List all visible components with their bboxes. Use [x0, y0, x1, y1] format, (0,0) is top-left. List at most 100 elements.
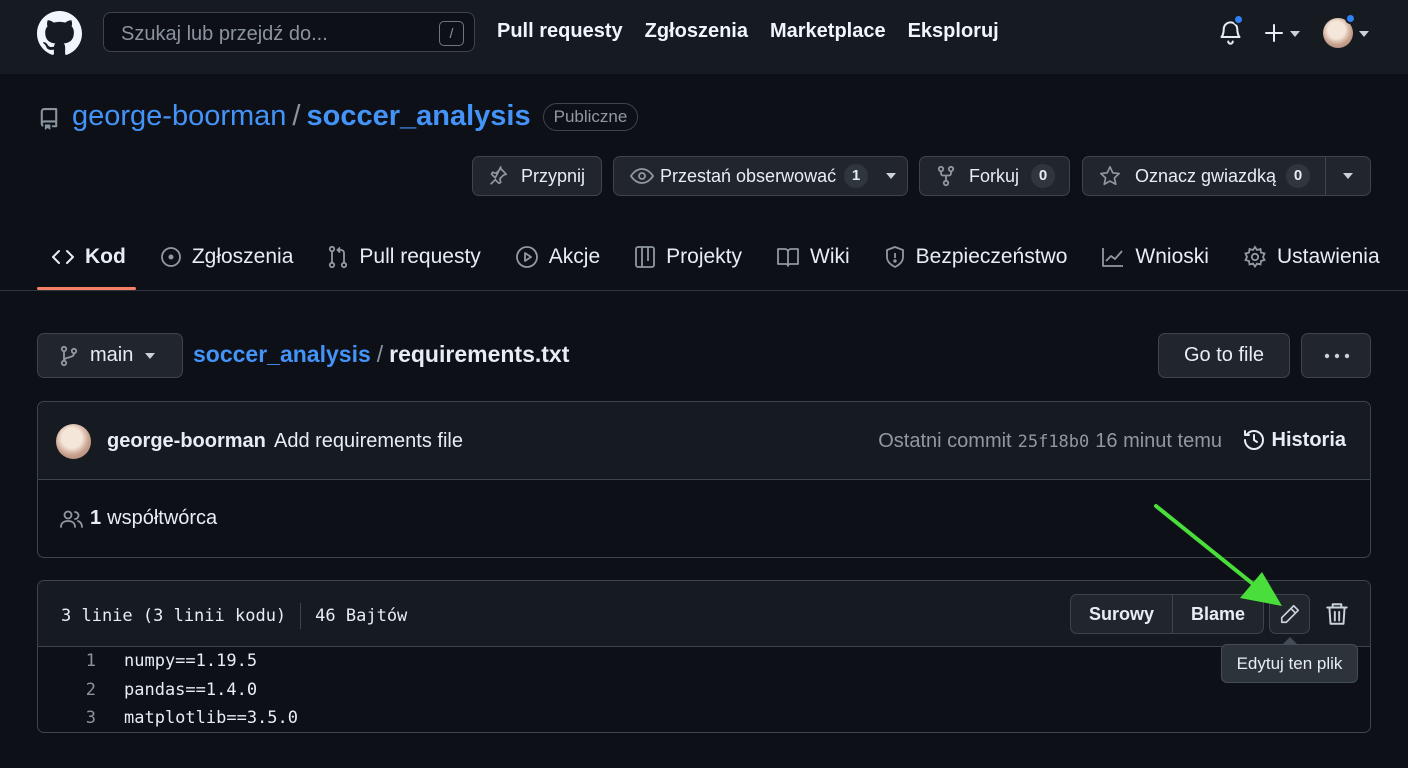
repo-owner-link[interactable]: george-boorman	[72, 100, 286, 133]
avatar-status-dot	[1345, 13, 1356, 24]
nav-explore[interactable]: Eksploruj	[908, 20, 999, 43]
commit-sha-link[interactable]: 25f18b0	[1018, 430, 1090, 453]
tab-code-label: Kod	[85, 245, 126, 268]
shield-icon	[885, 246, 904, 268]
graph-icon	[1102, 248, 1124, 267]
contributors-link[interactable]: 1 współtwórca	[60, 507, 217, 530]
tooltip-pointer	[1283, 637, 1297, 644]
nav-pull-requests[interactable]: Pull requesty	[497, 20, 623, 43]
commit-author-link[interactable]: george-boorman	[107, 430, 266, 453]
global-nav: Pull requesty Zgłoszenia Marketplace Eks…	[497, 20, 999, 43]
history-link[interactable]: Historia	[1242, 428, 1346, 452]
nav-marketplace[interactable]: Marketplace	[770, 20, 886, 43]
tab-issues[interactable]: Zgłoszenia	[160, 238, 294, 276]
star-list-dropdown[interactable]	[1325, 156, 1371, 196]
search-input[interactable]: Szukaj lub przejdź do... /	[103, 12, 475, 52]
line-content: pandas==1.4.0	[124, 679, 258, 700]
tab-issues-label: Zgłoszenia	[191, 245, 294, 268]
file-info: 3 linie (3 linii kodu) 46 Bajtów	[61, 603, 407, 629]
repo-icon	[40, 108, 58, 130]
pin-icon	[490, 166, 508, 185]
repo-name-link[interactable]: soccer_analysis	[306, 100, 530, 133]
tab-security-label: Bezpieczeństwo	[915, 245, 1068, 268]
tab-actions[interactable]: Akcje	[515, 238, 600, 276]
fork-button[interactable]: Forkuj 0	[919, 156, 1070, 196]
pin-label: Przypnij	[521, 165, 586, 186]
pull-request-icon	[329, 245, 348, 269]
pin-button[interactable]: Przypnij	[472, 156, 602, 196]
edit-file-tooltip: Edytuj ten plik	[1221, 644, 1358, 683]
contributors-label: współtwórca	[107, 507, 218, 529]
chevron-down-icon	[1290, 31, 1300, 37]
avatar-chevron-down-icon[interactable]	[1359, 31, 1369, 37]
plus-icon	[1265, 24, 1283, 42]
star-count: 0	[1286, 164, 1311, 188]
tab-pull-requests-label: Pull requesty	[359, 245, 481, 268]
notification-dot	[1233, 14, 1244, 25]
commit-time: 16 minut temu	[1095, 430, 1222, 452]
tab-settings[interactable]: Ustawienia	[1243, 238, 1380, 276]
code-line: 1 numpy==1.19.5	[38, 647, 1370, 676]
trash-icon[interactable]	[1324, 601, 1350, 627]
annotation-arrow-icon	[1154, 504, 1282, 606]
github-logo-icon[interactable]	[37, 11, 82, 56]
star-button[interactable]: Oznacz gwiazdką 0	[1082, 156, 1326, 196]
fork-icon	[937, 165, 955, 187]
watch-chevron-down-icon	[886, 173, 897, 179]
table-icon	[635, 246, 656, 268]
tab-security[interactable]: Bezpieczeństwo	[884, 238, 1068, 276]
file-info-divider	[300, 603, 302, 629]
line-number[interactable]: 2	[38, 680, 96, 700]
tab-insights[interactable]: Wnioski	[1101, 238, 1209, 276]
breadcrumb-file-name: requirements.txt	[389, 341, 570, 367]
eye-icon	[630, 168, 654, 184]
more-options-button[interactable]	[1301, 333, 1371, 378]
contributors-count: 1	[90, 507, 102, 529]
nav-issues[interactable]: Zgłoszenia	[645, 20, 748, 43]
commit-author-avatar[interactable]	[56, 424, 91, 459]
commit-message-link[interactable]: Add requirements file	[274, 430, 463, 453]
branch-select-button[interactable]: main	[37, 333, 183, 378]
branch-icon	[60, 345, 78, 366]
code-icon	[52, 250, 74, 264]
file-size: 46 Bajtów	[315, 606, 408, 626]
tab-wiki-label: Wiki	[810, 245, 850, 268]
star-chevron-down-icon	[1343, 173, 1353, 179]
tab-actions-label: Akcje	[548, 245, 601, 268]
line-number[interactable]: 3	[38, 708, 96, 728]
code-line: 2 pandas==1.4.0	[38, 676, 1370, 705]
line-content: matplotlib==3.5.0	[124, 708, 298, 729]
tab-insights-label: Wnioski	[1135, 245, 1209, 268]
star-label: Oznacz gwiazdką	[1135, 165, 1277, 186]
book-icon	[777, 248, 799, 267]
watch-label: Przestań obserwować	[660, 165, 837, 186]
line-content: numpy==1.19.5	[124, 651, 258, 672]
tab-code[interactable]: Kod	[51, 238, 126, 276]
file-breadcrumb: soccer_analysis / requirements.txt	[193, 341, 569, 368]
commit-meta: Ostatni commit 25f18b0 16 minut temu	[878, 430, 1222, 453]
go-to-file-button[interactable]: Go to file	[1158, 333, 1290, 378]
history-icon	[1243, 429, 1264, 450]
tab-wiki[interactable]: Wiki	[776, 238, 850, 276]
watch-button[interactable]: Przestań obserwować 1	[613, 156, 908, 196]
create-new-button[interactable]	[1264, 19, 1304, 47]
play-icon	[515, 246, 538, 268]
search-placeholder: Szukaj lub przejdź do...	[121, 23, 328, 45]
star-icon	[1100, 166, 1120, 186]
repo-tabs: Kod Zgłoszenia Pull requesty Akcje Proje…	[37, 238, 1380, 276]
tab-pull-requests[interactable]: Pull requesty	[327, 238, 481, 276]
fork-count: 0	[1031, 164, 1056, 188]
line-number[interactable]: 1	[38, 651, 96, 671]
issue-icon	[160, 247, 181, 267]
search-shortcut-key: /	[439, 21, 464, 46]
branch-chevron-down-icon	[145, 352, 156, 359]
tabs-divider	[0, 290, 1408, 291]
people-icon	[60, 510, 83, 528]
tab-projects[interactable]: Projekty	[634, 238, 742, 276]
breadcrumb-repo-link[interactable]: soccer_analysis	[193, 341, 371, 368]
kebab-horizontal-icon	[1324, 353, 1350, 359]
repo-title: george-boorman / soccer_analysis Publicz…	[72, 100, 639, 133]
breadcrumb-separator: /	[376, 341, 384, 367]
repo-title-separator: /	[292, 100, 301, 132]
history-label: Historia	[1271, 428, 1346, 451]
